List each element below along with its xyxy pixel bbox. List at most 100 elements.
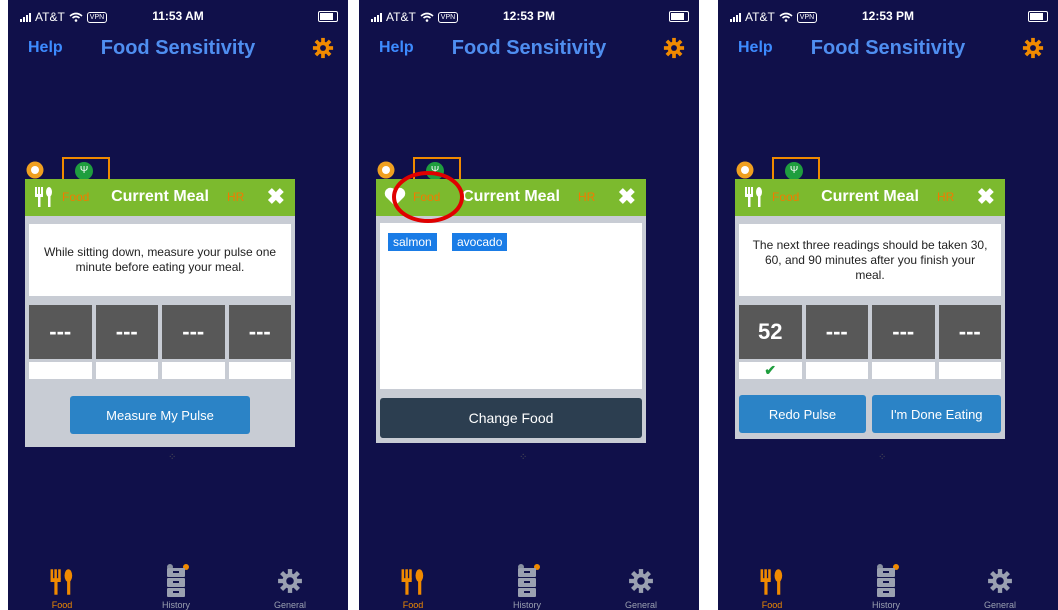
measure-pulse-button[interactable]: Measure My Pulse <box>70 396 250 434</box>
tab-general-label: General <box>624 600 658 610</box>
tab-history-label: History <box>871 600 900 610</box>
tab-food[interactable]: Food <box>732 568 812 610</box>
reading-slot: --- <box>162 305 225 379</box>
food-tab-selected[interactable]: Ψ <box>62 157 110 181</box>
hr-tab-label[interactable]: HR <box>227 190 244 204</box>
status-bar: AT&T VPN 11:53 AM <box>8 0 348 28</box>
reading-slot: --- <box>95 305 158 379</box>
reading-status <box>938 362 1001 379</box>
screen-3: AT&T VPN 12:53 PM Help Food Sensitivity … <box>718 0 1058 610</box>
loading-spinner-icon: ⁘ <box>519 452 528 463</box>
fork-knife-icon <box>760 569 783 595</box>
gear-icon <box>988 569 1012 593</box>
current-meal-card: Food Current Meal HR ✖ salmon avocado Ch… <box>376 171 646 443</box>
reading-status <box>162 362 225 379</box>
hr-tab-label[interactable]: HR <box>937 190 954 204</box>
close-icon[interactable]: ✖ <box>977 186 995 208</box>
screen-1: AT&T VPN 11:53 AM Help Food Sensitivity … <box>8 0 348 610</box>
card-header: Food Current Meal HR ✖ <box>25 179 295 216</box>
battery-icon <box>318 11 338 22</box>
bottom-tab-bar: Food History General <box>359 568 699 610</box>
gear-icon <box>278 569 302 593</box>
history-icon <box>877 568 895 597</box>
tab-food-label: Food <box>402 600 424 610</box>
reading-value: 52 <box>739 305 802 359</box>
tab-general[interactable]: General <box>960 568 1040 610</box>
change-food-button[interactable]: Change Food <box>380 398 642 438</box>
fork-knife-icon <box>50 569 73 595</box>
loading-spinner-icon: ⁘ <box>878 452 887 463</box>
gear-icon <box>629 569 653 593</box>
reading-slot: --- <box>228 305 291 379</box>
battery-icon <box>669 11 689 22</box>
close-icon[interactable]: ✖ <box>618 186 636 208</box>
reading-value: --- <box>805 305 868 359</box>
reading-value: --- <box>95 305 158 359</box>
bottom-tab-bar: Food History General <box>718 568 1058 610</box>
card-title: Current Meal <box>111 188 209 205</box>
sun-icon[interactable] <box>736 161 754 179</box>
page-title: Food Sensitivity <box>100 37 256 59</box>
fork-knife-icon: Ψ <box>785 162 803 180</box>
sun-icon[interactable] <box>26 161 44 179</box>
pulse-readings: 52 ✔ --- --- --- <box>739 305 1001 379</box>
tab-history-label: History <box>161 600 190 610</box>
gear-icon[interactable] <box>312 37 334 59</box>
food-chip-salmon[interactable]: salmon <box>388 233 437 251</box>
tab-food-label: Food <box>761 600 783 610</box>
reading-value: --- <box>228 305 291 359</box>
tab-food[interactable]: Food <box>22 568 102 610</box>
food-list: salmon avocado <box>380 223 642 389</box>
pulse-readings: --- --- --- --- <box>29 305 291 379</box>
reading-value: --- <box>872 305 935 359</box>
reading-value: --- <box>29 305 92 359</box>
tab-history[interactable]: History <box>846 568 926 610</box>
tab-general[interactable]: General <box>250 568 330 610</box>
instruction-text: The next three readings should be taken … <box>739 224 1001 296</box>
card-title: Current Meal <box>821 188 919 205</box>
reading-value: --- <box>162 305 225 359</box>
reading-value: --- <box>938 305 1001 359</box>
gear-icon[interactable] <box>663 37 685 59</box>
done-eating-button[interactable]: I'm Done Eating <box>872 395 1001 433</box>
status-bar: AT&T VPN 12:53 PM <box>359 0 699 28</box>
page-title: Food Sensitivity <box>451 37 607 59</box>
card-header: Food Current Meal HR ✖ <box>376 171 646 223</box>
gear-icon[interactable] <box>1022 37 1044 59</box>
redo-pulse-button[interactable]: Redo Pulse <box>739 395 866 433</box>
food-tab-selected[interactable]: Ψ <box>772 157 820 181</box>
instruction-text: While sitting down, measure your pulse o… <box>29 224 291 296</box>
loading-spinner-icon: ⁘ <box>168 452 177 463</box>
hr-tab-label[interactable]: HR <box>578 190 595 204</box>
tab-history[interactable]: History <box>136 568 216 610</box>
reading-status <box>805 362 868 379</box>
reading-status <box>29 362 92 379</box>
close-icon[interactable]: ✖ <box>267 186 285 208</box>
page-title: Food Sensitivity <box>810 37 966 59</box>
reading-slot: --- <box>872 305 935 379</box>
tab-general-label: General <box>273 600 307 610</box>
card-header: Food Current Meal HR ✖ <box>735 179 1005 216</box>
screen-2: AT&T VPN 12:53 PM Help Food Sensitivity … <box>359 0 699 610</box>
reading-slot: --- <box>805 305 868 379</box>
tab-history[interactable]: History <box>487 568 567 610</box>
reading-slot: --- <box>938 305 1001 379</box>
tab-general[interactable]: General <box>601 568 681 610</box>
status-bar: AT&T VPN 12:53 PM <box>718 0 1058 28</box>
sun-icon[interactable] <box>377 161 395 179</box>
status-time: 11:53 AM <box>152 9 204 23</box>
tab-food[interactable]: Food <box>373 568 453 610</box>
reading-slot: 52 ✔ <box>739 305 802 379</box>
tab-general-label: General <box>983 600 1017 610</box>
check-icon: ✔ <box>739 362 802 379</box>
current-meal-card: Food Current Meal HR ✖ While sitting dow… <box>25 179 295 447</box>
history-icon <box>518 568 536 597</box>
food-chip-avocado[interactable]: avocado <box>452 233 508 251</box>
battery-icon <box>1028 11 1048 22</box>
reading-status <box>95 362 158 379</box>
current-meal-card: Food Current Meal HR ✖ The next three re… <box>735 179 1005 439</box>
status-time: 12:53 PM <box>502 9 556 23</box>
reading-slot: --- <box>29 305 92 379</box>
tab-food-label: Food <box>51 600 73 610</box>
highlight-circle-annotation <box>392 171 464 223</box>
